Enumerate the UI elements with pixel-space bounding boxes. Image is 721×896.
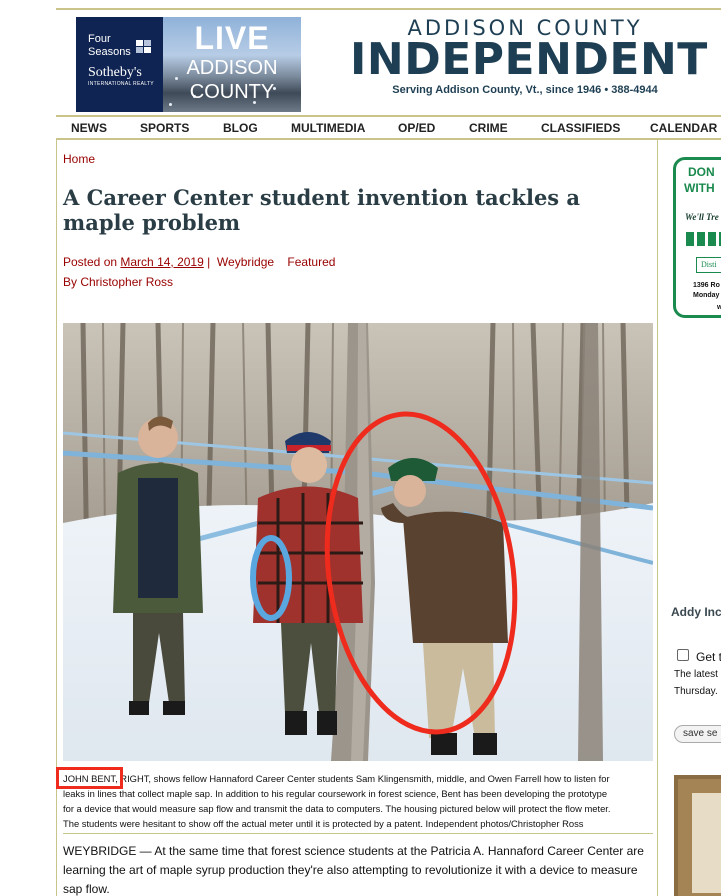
newsletter-description-2: Thursday.: [674, 686, 718, 697]
category-link-featured[interactable]: Featured: [287, 255, 335, 269]
body-line: WEYBRIDGE — At the same time that forest…: [63, 844, 644, 858]
ad-brand-name: Sotheby's: [88, 65, 142, 80]
nav-item-crime[interactable]: CRIME: [469, 121, 508, 135]
article-title: A Career Center student invention tackle…: [63, 185, 581, 235]
posted-on-label: Posted on: [63, 255, 118, 269]
caption-line: JOHN BENT, RIGHT, shows fellow Hannaford…: [63, 773, 610, 784]
caption-line: for a device that would measure sap flow…: [63, 803, 611, 814]
ad-headline-addison: ADDISON: [186, 57, 278, 79]
newsletter-checkbox-label[interactable]: Get t: [696, 650, 721, 664]
header-top-rule: [56, 8, 721, 10]
article-column: Home A Career Center student invention t…: [56, 140, 658, 896]
article-body: WEYBRIDGE — At the same time that forest…: [63, 842, 653, 896]
masthead-main-title: INDEPENDENT: [350, 34, 708, 85]
masthead-logo[interactable]: ADDISON COUNTY INDEPENDENT Serving Addis…: [350, 16, 708, 96]
sidebar-ad-bars: [686, 232, 721, 246]
sidebar-ad[interactable]: DON WITH I We'll Tre Disti 1396 Ro Monda…: [673, 157, 721, 318]
category-link-weybridge[interactable]: Weybridge: [217, 255, 274, 269]
ad-landscape-photo: LIVE ADDISON COUNTY: [163, 17, 301, 112]
sidebar-ad-dist: Disti: [696, 257, 721, 273]
framed-ad-inner: [692, 793, 721, 893]
breadcrumb-home-link[interactable]: Home: [63, 152, 95, 166]
nav-item-multimedia[interactable]: MULTIMEDIA: [291, 121, 365, 135]
nav-item-blog[interactable]: BLOG: [223, 121, 258, 135]
save-selection-button[interactable]: save se: [674, 725, 721, 743]
nav-item-classifieds[interactable]: CLASSIFIEDS: [541, 121, 620, 135]
article-photo: [63, 323, 653, 761]
masthead-tagline: Serving Addison County, Vt., since 1946 …: [392, 84, 658, 96]
annotation-highlight-box: [56, 767, 123, 789]
sidebar-ad-tagline: We'll Tre: [685, 212, 719, 222]
caption-line: leaks in lines that collect maple sap. I…: [63, 788, 608, 799]
sothebys-ad-banner[interactable]: Four Seasons Sotheby's INTERNATIONAL REA…: [76, 17, 301, 112]
newsletter-checkbox[interactable]: [677, 649, 689, 661]
meta-separator: |: [207, 255, 211, 269]
caption-line: The students were hesitant to show off t…: [63, 818, 584, 829]
photo-caption: JOHN BENT, RIGHT, shows fellow Hannaford…: [63, 771, 655, 831]
post-date-link[interactable]: March 14, 2019: [120, 255, 203, 269]
ad-headline-live: LIVE: [194, 20, 270, 56]
ad-headline-county: COUNTY: [189, 81, 275, 103]
sidebar-ad-hours: Monday: [693, 292, 720, 299]
sidebar-newsletter-heading: Addy Inc: [671, 605, 721, 619]
sothebys-grid-icon: [136, 40, 151, 53]
nav-item-oped[interactable]: OP/ED: [398, 121, 435, 135]
article-meta: Posted on March 14, 2019 | Weybridge Fea…: [63, 255, 335, 269]
nav-item-calendar[interactable]: CALENDAR: [650, 121, 717, 135]
nav-item-news[interactable]: NEWS: [71, 121, 107, 135]
sidebar-ad-extra: w: [717, 304, 721, 311]
ad-brand-sub: INTERNATIONAL REALTY: [88, 81, 154, 87]
article-byline: By Christopher Ross: [63, 275, 174, 289]
caption-divider: [63, 833, 653, 834]
nav-item-sports[interactable]: SPORTS: [140, 121, 189, 135]
sidebar-framed-ad[interactable]: [674, 775, 721, 896]
newsletter-description: The latest: [674, 669, 718, 680]
body-line: sap flow.: [63, 882, 110, 896]
body-line: learning the art of maple syrup producti…: [63, 863, 638, 877]
sidebar-ad-address: 1396 Ro: [693, 282, 720, 289]
ad-brand-logo: Four Seasons Sotheby's INTERNATIONAL REA…: [76, 17, 163, 112]
sidebar-ad-line1: DON WITH I: [684, 165, 715, 195]
main-nav: NEWS SPORTS BLOG MULTIMEDIA OP/ED CRIME …: [56, 115, 721, 140]
